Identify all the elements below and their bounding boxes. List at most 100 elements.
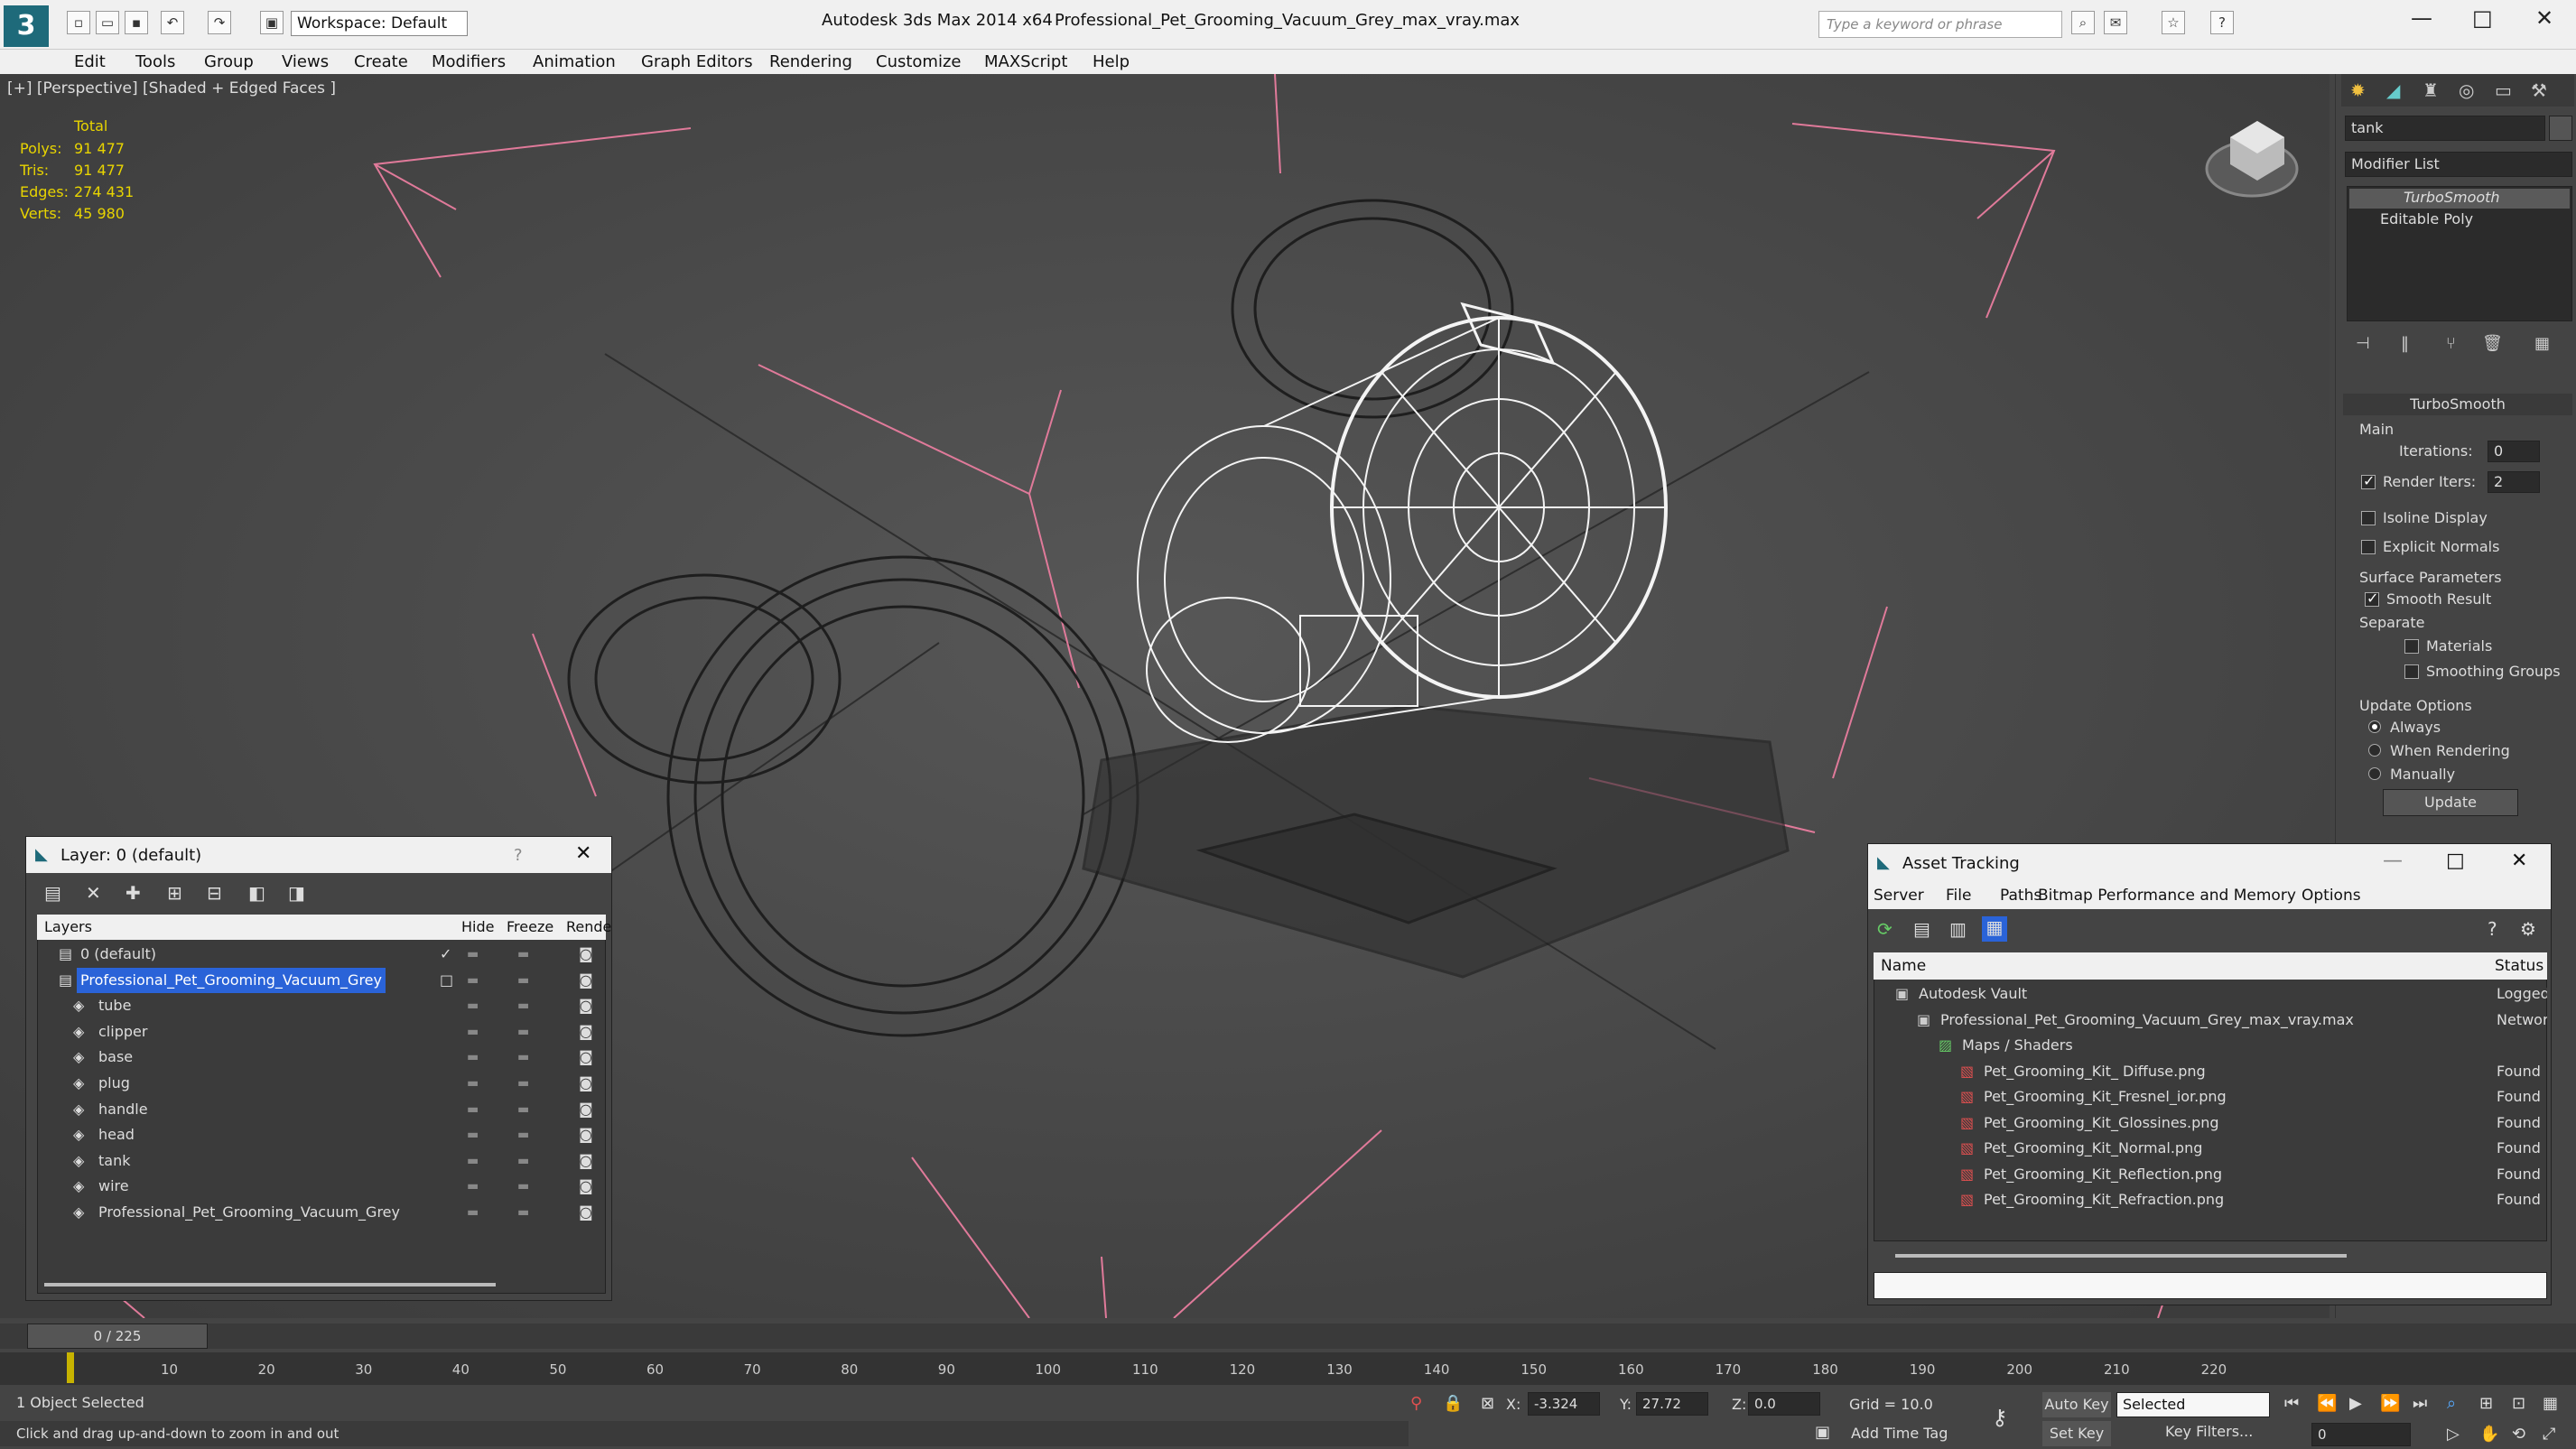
object-name-input[interactable]: tank [2345, 116, 2545, 141]
freeze-all-icon[interactable]: ◨ [288, 882, 305, 904]
column-name[interactable]: Name [1881, 952, 1926, 980]
layer-name[interactable]: handle [95, 1097, 152, 1122]
hide-toggle[interactable]: ▬ [467, 1174, 479, 1199]
menu-bitmap-performance[interactable]: Bitmap Performance and Memory [2038, 882, 2296, 909]
layer-scrollbar[interactable] [44, 1283, 496, 1286]
hide-toggle[interactable]: ▬ [467, 1019, 479, 1045]
table-view-icon[interactable]: ▦ [1982, 916, 2007, 942]
column-status[interactable]: Status [2495, 952, 2543, 980]
layer-row[interactable]: ◈ base ▬ ▬ ◙ [37, 1045, 606, 1070]
auto-key-button[interactable]: Auto Key [2042, 1392, 2111, 1417]
show-end-result-icon[interactable]: ‖ [2401, 334, 2409, 353]
maximize-icon[interactable]: □ [2472, 5, 2493, 31]
layer-name[interactable]: wire [95, 1174, 133, 1199]
undo-icon[interactable]: ↶ [161, 11, 184, 34]
asset-row[interactable]: ▧ Pet_Grooming_Kit_Refraction.png Found [1874, 1187, 2549, 1212]
layer-row[interactable]: ◈ tube ▬ ▬ ◙ [37, 993, 606, 1018]
field-of-view-icon[interactable]: ▷ [2447, 1425, 2460, 1444]
absolute-mode-icon[interactable]: ⊠ [1481, 1394, 1494, 1413]
time-slider-track[interactable] [0, 1324, 2576, 1349]
smoothing-groups-checkbox[interactable] [2404, 664, 2419, 679]
layer-name[interactable]: base [95, 1045, 136, 1070]
manually-radio[interactable] [2368, 767, 2381, 780]
help-button[interactable]: ? [514, 846, 523, 865]
column-hide[interactable]: Hide [461, 915, 494, 940]
render-iters-checkbox[interactable] [2361, 472, 2376, 489]
maximize-viewport-icon[interactable]: ⤢ [2543, 1425, 2555, 1444]
layer-row[interactable]: ◈ tank ▬ ▬ ◙ [37, 1148, 606, 1174]
lock-icon[interactable]: 🔒 [1443, 1394, 1463, 1413]
delete-layer-icon[interactable]: ✕ [86, 882, 101, 904]
close-icon[interactable]: ✕ [2511, 850, 2527, 872]
menu-modifiers[interactable]: Modifiers [432, 52, 506, 71]
redo-icon[interactable]: ↷ [208, 11, 231, 34]
layer-name[interactable]: Professional_Pet_Grooming_Vacuum_Grey [77, 967, 386, 993]
layer-row[interactable]: ◈ head ▬ ▬ ◙ [37, 1122, 606, 1147]
orbit-icon[interactable]: ⟲ [2512, 1425, 2525, 1444]
freeze-toggle[interactable]: ▬ [517, 1122, 529, 1147]
menu-server[interactable]: Server [1874, 882, 1924, 909]
select-objects-icon[interactable]: ⊞ [167, 882, 182, 904]
communication-icon[interactable]: ✉ [2104, 11, 2127, 34]
menu-group[interactable]: Group [204, 52, 254, 71]
asset-path-field[interactable] [1874, 1272, 2547, 1299]
hide-toggle[interactable]: ▬ [467, 1071, 479, 1096]
column-freeze[interactable]: Freeze [507, 915, 553, 940]
hide-all-icon[interactable]: ◧ [248, 882, 265, 904]
current-frame-field[interactable]: 0 [2311, 1423, 2411, 1446]
menu-file[interactable]: File [1946, 882, 1971, 909]
menu-graph-editors[interactable]: Graph Editors [641, 52, 753, 71]
layer-row[interactable]: ▤ 0 (default) ✓ ▬ ▬ ◙ [37, 942, 606, 967]
freeze-toggle[interactable]: ▬ [517, 1045, 529, 1070]
hide-toggle[interactable]: ▬ [467, 1045, 479, 1070]
zoom-icon[interactable]: ⌕ [2447, 1394, 2456, 1413]
track-bar[interactable] [0, 1352, 2576, 1385]
asset-row[interactable]: ▧ Pet_Grooming_Kit_Normal.png Found [1874, 1136, 2549, 1161]
utilities-tab-icon[interactable]: ⚒ [2531, 79, 2547, 101]
snap-icon[interactable]: ⚲ [1410, 1394, 1422, 1413]
asset-row[interactable]: ▧ Pet_Grooming_Kit_ Diffuse.png Found [1874, 1059, 2549, 1084]
modifier-list-dropdown[interactable]: Modifier List [2345, 152, 2572, 177]
make-unique-icon[interactable]: ⑂ [2446, 334, 2456, 353]
time-slider[interactable]: 0 / 225 [27, 1324, 208, 1349]
hide-toggle[interactable]: ▬ [467, 1097, 479, 1122]
menu-tools[interactable]: Tools [135, 52, 175, 71]
layer-name[interactable]: clipper [95, 1019, 151, 1045]
layer-name[interactable]: Professional_Pet_Grooming_Vacuum_Grey [95, 1200, 404, 1225]
play-icon[interactable]: ▶ [2349, 1394, 2362, 1413]
search-input[interactable]: Type a keyword or phrase [1818, 11, 2062, 38]
freeze-toggle[interactable]: ▬ [517, 1174, 529, 1199]
explicit-normals-checkbox[interactable] [2361, 540, 2376, 554]
time-tag-icon[interactable]: ▣ [1815, 1423, 1830, 1442]
freeze-toggle[interactable]: ▬ [517, 1019, 529, 1045]
layer-row[interactable]: ◈ wire ▬ ▬ ◙ [37, 1174, 606, 1199]
asset-row[interactable]: ▧ Pet_Grooming_Kit_Glossines.png Found [1874, 1110, 2549, 1136]
viewport-label[interactable]: [+] [Perspective] [Shaded + Edged Faces … [7, 79, 336, 98]
column-layers[interactable]: Layers [44, 915, 92, 940]
x-coord-field[interactable]: -3.324 [1528, 1392, 1600, 1416]
render-toggle-icon[interactable]: ◙ [579, 993, 593, 1018]
key-filters-button[interactable]: Key Filters... [2165, 1423, 2253, 1440]
layer-name[interactable]: tube [95, 993, 135, 1018]
freeze-toggle[interactable]: ▬ [517, 1097, 529, 1122]
selection-set-dropdown[interactable]: Selected [2116, 1392, 2270, 1417]
layer-row[interactable]: ▤ Professional_Pet_Grooming_Vacuum_Grey □ ▬… [37, 967, 606, 993]
current-layer-checkmark-icon[interactable]: ✓ [440, 942, 451, 967]
hide-toggle[interactable]: ▬ [467, 993, 479, 1018]
render-iters-spinner[interactable]: 2 [2488, 471, 2540, 493]
object-color-swatch[interactable] [2549, 116, 2572, 141]
freeze-toggle[interactable]: ▬ [517, 993, 529, 1018]
highlight-layer-icon[interactable]: ⊟ [207, 882, 222, 904]
create-tab-icon[interactable]: ✹ [2350, 79, 2366, 101]
layer-name[interactable]: 0 (default) [77, 942, 160, 967]
layer-name[interactable]: tank [95, 1148, 134, 1174]
stack-item-turbosmooth[interactable]: TurboSmooth [2349, 189, 2570, 209]
menu-views[interactable]: Views [282, 52, 329, 71]
asset-row[interactable]: ▧ Pet_Grooming_Kit_Reflection.png Found [1874, 1162, 2549, 1187]
when-rendering-radio[interactable] [2368, 744, 2381, 757]
display-tab-icon[interactable]: ▭ [2495, 79, 2512, 101]
new-file-icon[interactable]: ▫ [67, 11, 90, 34]
remove-modifier-icon[interactable]: 🗑 [2482, 334, 2503, 353]
layer-row[interactable]: ◈ clipper ▬ ▬ ◙ [37, 1019, 606, 1045]
next-frame-icon[interactable]: ⏩ [2380, 1394, 2400, 1413]
